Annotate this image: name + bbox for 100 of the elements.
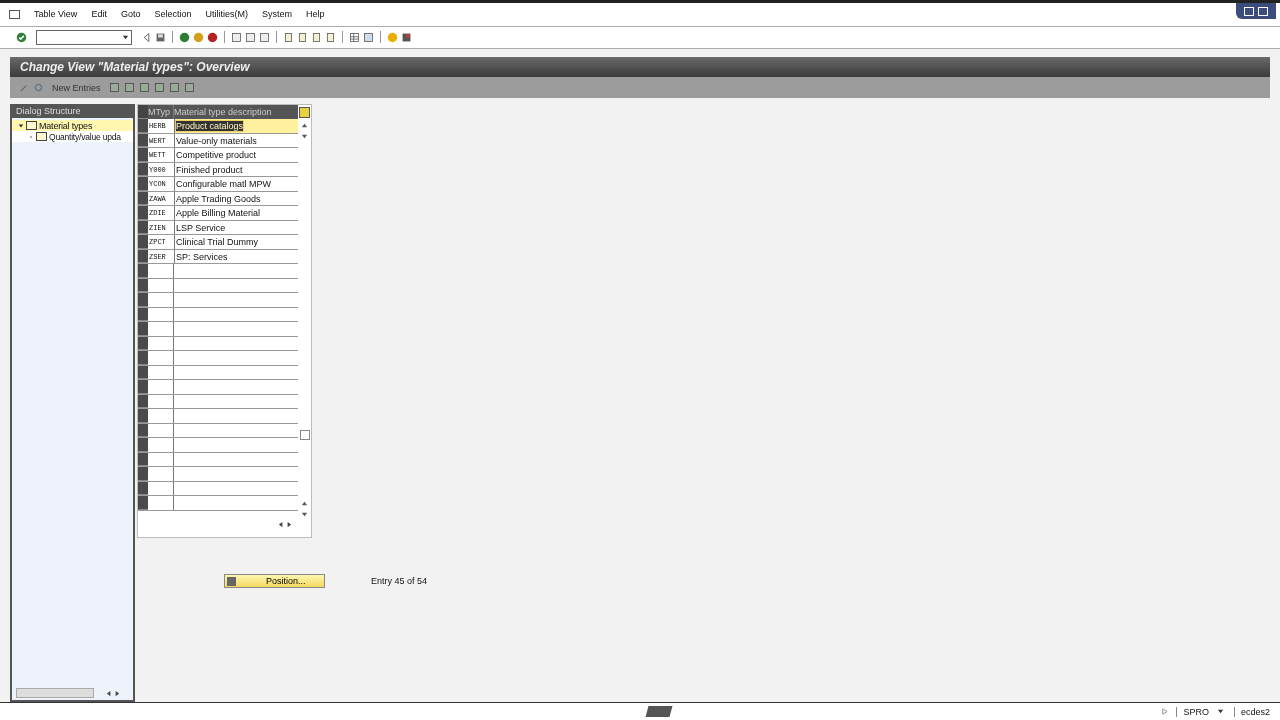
tree-node[interactable]: Quantity/value upda	[12, 131, 133, 143]
layout-icon[interactable]	[401, 31, 412, 43]
save-icon[interactable]	[155, 31, 166, 43]
menu-item[interactable]: Utilities(M)	[205, 9, 248, 20]
table-cell[interactable]: Apple Trading Goods	[176, 193, 261, 204]
tree-node-label[interactable]: Material types	[39, 120, 93, 131]
round-nav-icon[interactable]	[207, 31, 218, 43]
page-icon[interactable]	[311, 31, 322, 43]
table-action-icon[interactable]	[123, 82, 135, 94]
row-selector[interactable]	[138, 365, 148, 380]
row-selector[interactable]	[138, 278, 148, 293]
row-selector[interactable]	[138, 133, 148, 148]
tree-node[interactable]: Material types	[12, 120, 133, 132]
entry-counter: Entry 45 of 54	[371, 576, 428, 587]
row-selector[interactable]	[138, 496, 148, 510]
document-icon[interactable]	[231, 31, 242, 43]
menu-item[interactable]: Selection	[154, 9, 192, 20]
table-action-icon[interactable]	[108, 82, 120, 94]
scroll-down-icon[interactable]	[301, 511, 308, 519]
table-cell[interactable]: Value-only materials	[176, 135, 257, 146]
row-selector[interactable]	[138, 394, 148, 409]
row-selector[interactable]	[138, 380, 148, 394]
row-selector[interactable]	[138, 162, 148, 177]
row-selector[interactable]	[138, 177, 148, 191]
row-selector[interactable]	[138, 351, 148, 365]
row-selector[interactable]	[138, 249, 148, 264]
table-cell[interactable]: Clinical Trial Dummy	[176, 237, 258, 248]
scroll-arrows-icon[interactable]	[106, 689, 120, 697]
system-name: ecdes2	[1233, 706, 1270, 717]
folder-icon	[36, 132, 47, 142]
table-cell[interactable]: Apple Billing Material	[176, 208, 261, 219]
grid-icon[interactable]	[349, 31, 360, 43]
scroll-up-icon[interactable]	[301, 122, 308, 130]
menu-item[interactable]: Edit	[91, 9, 107, 20]
scroll-arrows-icon[interactable]	[278, 520, 292, 528]
select-all-button[interactable]	[138, 105, 148, 120]
row-selector[interactable]	[138, 206, 148, 220]
scroll-up-icon[interactable]	[301, 500, 308, 508]
row-selector[interactable]	[138, 235, 148, 249]
round-nav-icon[interactable]	[179, 31, 190, 43]
triangle-icon[interactable]	[1161, 708, 1169, 716]
back-triangle-icon[interactable]	[141, 31, 152, 43]
row-selector[interactable]	[138, 423, 148, 438]
table-cell[interactable]: SP: Services	[176, 251, 228, 262]
window-icon[interactable]	[363, 31, 374, 43]
menu-item[interactable]: Goto	[120, 9, 141, 20]
document-icon[interactable]	[245, 31, 256, 43]
row-selector[interactable]	[138, 452, 148, 467]
tree-node-label[interactable]: Quantity/value upda	[49, 131, 121, 142]
table-action-icon[interactable]	[183, 82, 195, 94]
screen-title: Change View "Material types": Overview	[20, 59, 250, 74]
table-action-icon[interactable]	[138, 82, 150, 94]
table-cell[interactable]: Competitive product	[176, 150, 257, 161]
document-icon[interactable]	[259, 31, 270, 43]
table-action-icon[interactable]	[168, 82, 180, 94]
column-header[interactable]: Material type description	[174, 105, 298, 120]
column-header[interactable]: MTyp	[148, 105, 174, 120]
menu-icon[interactable]	[9, 9, 20, 19]
minimize-icon[interactable]	[1244, 6, 1254, 16]
menu-item[interactable]: Table View	[34, 9, 78, 20]
logo-icon	[645, 706, 673, 718]
command-field[interactable]	[36, 29, 132, 45]
table-cell[interactable]: LSP Service	[176, 222, 226, 233]
menu-item[interactable]: System	[261, 9, 292, 20]
transaction-code[interactable]: SPRO	[1176, 706, 1209, 717]
page-icon[interactable]	[297, 31, 308, 43]
new-entries-button[interactable]: New Entries	[48, 82, 105, 93]
row-selector[interactable]	[138, 467, 148, 481]
folder-icon	[26, 121, 37, 131]
dropdown-caret-icon[interactable]	[1216, 708, 1224, 716]
row-selector[interactable]	[138, 293, 148, 307]
row-selector[interactable]	[138, 336, 148, 351]
scroll-down-icon[interactable]	[301, 133, 308, 141]
scrollbar-thumb[interactable]	[16, 688, 94, 699]
scrollbar-thumb[interactable]	[299, 430, 310, 441]
row-selector[interactable]	[138, 438, 148, 452]
position-button[interactable]: Position...	[224, 574, 325, 589]
table-cell[interactable]: Product catalogs	[176, 121, 244, 132]
check-icon[interactable]	[16, 31, 27, 43]
menu-item[interactable]: Help	[305, 9, 325, 20]
row-selector[interactable]	[138, 307, 148, 322]
row-selector[interactable]	[138, 264, 148, 278]
page-icon[interactable]	[283, 31, 294, 43]
bullet-icon	[28, 133, 34, 140]
table-cell[interactable]: Configurable matl MPW	[176, 179, 272, 190]
row-selector[interactable]	[138, 322, 148, 336]
row-selector[interactable]	[138, 148, 148, 162]
restore-icon[interactable]	[1258, 6, 1268, 16]
table-cell[interactable]: Finished product	[176, 164, 243, 175]
column-settings-icon[interactable]	[299, 107, 310, 119]
page-icon[interactable]	[325, 31, 336, 43]
row-selector[interactable]	[138, 481, 148, 496]
row-selector[interactable]	[138, 191, 148, 206]
expand-toggle-icon[interactable]	[18, 122, 24, 129]
row-selector[interactable]	[138, 220, 148, 235]
row-selector[interactable]	[138, 119, 148, 133]
row-selector[interactable]	[138, 409, 148, 423]
dropdown-caret-icon[interactable]	[122, 33, 129, 41]
table-action-icon[interactable]	[153, 82, 165, 94]
panel-header: Dialog Structure	[12, 106, 133, 119]
